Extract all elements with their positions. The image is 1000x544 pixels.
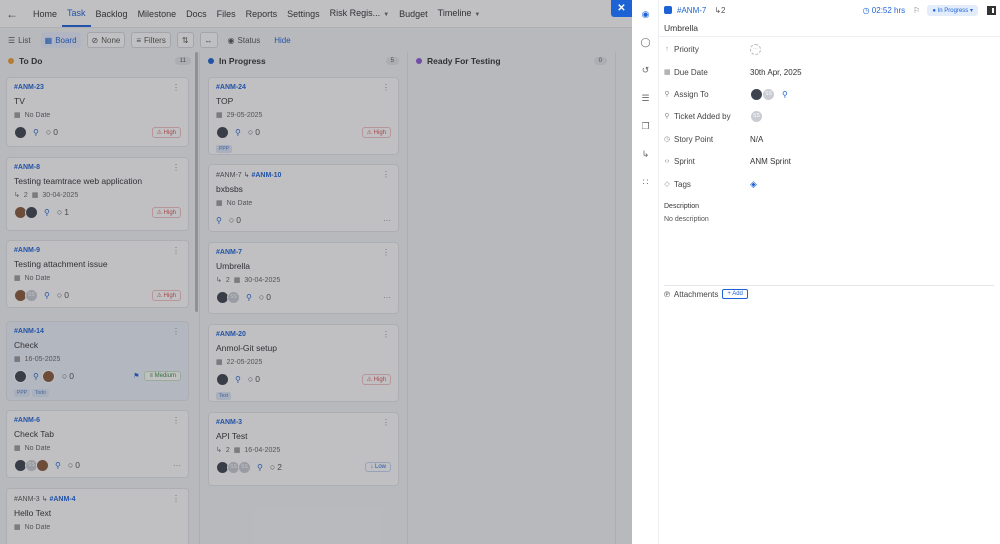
tags-field: ◇ Tags ◈	[664, 177, 1000, 191]
modal-backdrop[interactable]	[0, 0, 632, 544]
ticket-added-by-field: ⚲ Ticket Added by SS	[664, 109, 1000, 123]
task-type-icon	[664, 6, 672, 14]
status-value: In Progress	[937, 7, 969, 14]
tag-icon: ◇	[664, 181, 670, 188]
paperclip-icon: ℗	[664, 289, 670, 299]
sprint-label-group: ‹› Sprint	[664, 157, 750, 166]
divider	[664, 285, 994, 286]
close-panel-button[interactable]: ✕	[611, 0, 632, 17]
add-tag-icon: ◈	[750, 178, 757, 189]
add-assignee-icon[interactable]: ⚲	[782, 90, 788, 99]
sprint-label: Sprint	[674, 156, 695, 166]
priority-label: Priority	[674, 44, 699, 54]
priority-value[interactable]: ⋯	[750, 43, 761, 55]
timer-value: 02:52 hrs	[871, 5, 906, 15]
clock-icon: ◷	[862, 5, 870, 15]
time-tracker[interactable]: ◷ 02:52 hrs	[863, 6, 906, 15]
due-date-value[interactable]: 30th Apr, 2025	[750, 68, 802, 77]
added-by-value: SS	[750, 109, 763, 123]
empty-priority-icon: ⋯	[750, 43, 761, 55]
story-point-label: Story Point	[674, 134, 714, 144]
priority-label-group: ↑ Priority	[664, 45, 750, 54]
calendar-icon: ▦	[664, 69, 671, 76]
panel-task-id[interactable]: #ANM-7	[677, 6, 706, 15]
panel-task-title[interactable]: Umbrella	[659, 20, 1000, 37]
details-eye-icon[interactable]: ◉	[632, 0, 659, 28]
added-by-label: Ticket Added by	[674, 111, 731, 121]
story-point-field: ◷ Story Point N/A	[664, 132, 1000, 146]
git-branch-icon[interactable]: ∷	[632, 168, 659, 196]
checklist-icon[interactable]: ☰	[632, 84, 659, 112]
sprint-value[interactable]: ANM Sprint	[750, 157, 791, 166]
subtask-tree-icon[interactable]: ↳	[632, 140, 659, 168]
arrow-up-icon: ↑	[665, 45, 669, 53]
description-label: Description	[664, 203, 700, 210]
panel-subtask-count: 2	[721, 5, 726, 15]
code-icon: ‹›	[664, 157, 670, 165]
assign-to-label: Assign To	[674, 89, 709, 99]
clock-icon: ◷	[664, 136, 671, 143]
assign-label-group: ⚲ Assign To	[664, 90, 750, 99]
flag-icon[interactable]: ⚐	[913, 6, 920, 15]
avatar-initials: SS	[762, 87, 775, 101]
description-text[interactable]: No description	[664, 216, 709, 223]
history-icon[interactable]: ↺	[632, 56, 659, 84]
add-attachment-button[interactable]: + Add	[722, 289, 748, 299]
due-date-field: ▦ Due Date 30th Apr, 2025	[664, 65, 1000, 79]
user-icon: ⚲	[664, 91, 670, 98]
tags-label: Tags	[674, 179, 691, 189]
story-point-value[interactable]: N/A	[750, 135, 763, 144]
story-label-group: ◷ Story Point	[664, 135, 750, 144]
tags-value[interactable]: ◈	[750, 179, 757, 190]
panel-layout-icon[interactable]	[987, 5, 996, 15]
sprint-field: ‹› Sprint ANM Sprint	[664, 154, 1000, 168]
assignees[interactable]: SS ⚲	[750, 87, 788, 101]
status-dropdown[interactable]: ● In Progress ▾	[927, 4, 978, 16]
task-detail-panel: ◉ ◯ ↺ ☰ ❐ ↳ ∷ #ANM-7 ↳2 ◷ 02:52 hrs ⚐ ● …	[632, 0, 1000, 544]
due-date-label: Due Date	[674, 67, 708, 77]
assign-to-field: ⚲ Assign To SS ⚲	[664, 87, 1000, 101]
project-app: ← Home Task Backlog Milestone Docs Files…	[0, 0, 632, 544]
user-icon: ⚲	[664, 113, 670, 120]
subtask-indicator: ↳2	[714, 6, 725, 15]
panel-icon-rail: ◉ ◯ ↺ ☰ ❐ ↳ ∷	[632, 0, 659, 544]
due-label-group: ▦ Due Date	[664, 68, 750, 77]
priority-field: ↑ Priority ⋯	[664, 42, 1000, 56]
attachments-section: ℗ Attachments + Add	[664, 289, 748, 299]
comment-icon[interactable]: ◯	[632, 28, 659, 56]
attachments-label: Attachments	[673, 289, 719, 299]
panel-header: #ANM-7 ↳2 ◷ 02:52 hrs ⚐ ● In Progress ▾	[659, 0, 1000, 20]
copy-icon[interactable]: ❐	[632, 112, 659, 140]
added-by-label-group: ⚲ Ticket Added by	[664, 112, 750, 121]
tags-label-group: ◇ Tags	[664, 180, 750, 189]
avatar-initials: SS	[750, 109, 763, 123]
panel-content: #ANM-7 ↳2 ◷ 02:52 hrs ⚐ ● In Progress ▾ …	[659, 0, 1000, 544]
